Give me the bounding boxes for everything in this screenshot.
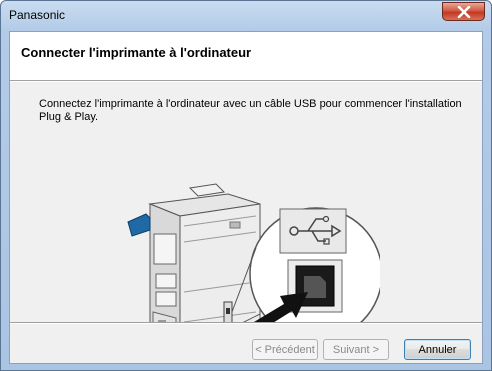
close-button[interactable] — [442, 2, 485, 21]
next-button[interactable]: Suivant > — [323, 339, 389, 360]
dialog-header: Connecter l'imprimante à l'ordinateur — [10, 32, 482, 80]
dialog-footer: < Précédent Suivant > Annuler — [10, 324, 482, 363]
instruction-text: Connectez l'imprimante à l'ordinateur av… — [39, 98, 462, 123]
usb-icon — [279, 208, 347, 254]
back-button[interactable]: < Précédent — [252, 339, 318, 360]
title-bar[interactable]: Panasonic — [1, 1, 491, 31]
cancel-button[interactable]: Annuler — [404, 339, 471, 360]
dialog-body: Connectez l'imprimante à l'ordinateur av… — [10, 82, 482, 363]
installer-window: Panasonic Connecter l'imprimante à l'ord… — [0, 0, 492, 371]
window-title: Panasonic — [9, 8, 66, 22]
dialog-client-area: Connecter l'imprimante à l'ordinateur Co… — [9, 31, 483, 364]
page-title: Connecter l'imprimante à l'ordinateur — [21, 45, 252, 60]
close-icon — [457, 5, 470, 18]
